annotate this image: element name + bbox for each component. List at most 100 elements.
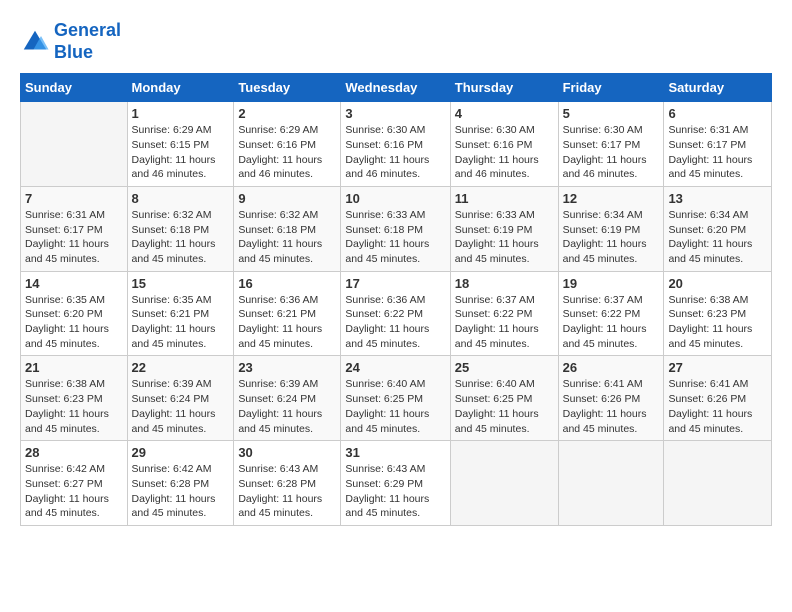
day-number: 5 xyxy=(563,106,660,121)
day-number: 11 xyxy=(455,191,554,206)
calendar-cell: 1 Sunrise: 6:29 AM Sunset: 6:15 PM Daylig… xyxy=(127,102,234,187)
day-info: Sunrise: 6:42 AM Sunset: 6:28 PM Dayligh… xyxy=(132,462,230,521)
calendar-cell: 16 Sunrise: 6:36 AM Sunset: 6:21 PM Dayli… xyxy=(234,271,341,356)
calendar-body: 1 Sunrise: 6:29 AM Sunset: 6:15 PM Daylig… xyxy=(21,102,772,526)
calendar-cell: 7 Sunrise: 6:31 AM Sunset: 6:17 PM Daylig… xyxy=(21,186,128,271)
day-info: Sunrise: 6:41 AM Sunset: 6:26 PM Dayligh… xyxy=(668,377,767,436)
calendar-cell: 13Sunrise: 6:34 AM Sunset: 6:20 PM Dayli… xyxy=(664,186,772,271)
calendar-cell: 23Sunrise: 6:39 AM Sunset: 6:24 PM Dayli… xyxy=(234,356,341,441)
day-info: Sunrise: 6:32 AM Sunset: 6:18 PM Dayligh… xyxy=(132,208,230,267)
calendar-cell xyxy=(21,102,128,187)
week-row-2: 7 Sunrise: 6:31 AM Sunset: 6:17 PM Daylig… xyxy=(21,186,772,271)
logo-icon xyxy=(20,27,50,57)
day-number: 1 xyxy=(132,106,230,121)
day-number: 27 xyxy=(668,360,767,375)
weekday-thursday: Thursday xyxy=(450,74,558,102)
day-number: 26 xyxy=(563,360,660,375)
day-number: 15 xyxy=(132,276,230,291)
day-info: Sunrise: 6:33 AM Sunset: 6:18 PM Dayligh… xyxy=(345,208,445,267)
page-header: General Blue xyxy=(20,20,772,63)
day-info: Sunrise: 6:43 AM Sunset: 6:29 PM Dayligh… xyxy=(345,462,445,521)
weekday-header-row: SundayMondayTuesdayWednesdayThursdayFrid… xyxy=(21,74,772,102)
calendar-cell: 14 Sunrise: 6:35 AM Sunset: 6:20 PM Dayli… xyxy=(21,271,128,356)
calendar-cell: 9 Sunrise: 6:32 AM Sunset: 6:18 PM Daylig… xyxy=(234,186,341,271)
day-number: 16 xyxy=(238,276,336,291)
day-number: 12 xyxy=(563,191,660,206)
day-info: Sunrise: 6:32 AM Sunset: 6:18 PM Dayligh… xyxy=(238,208,336,267)
day-info: Sunrise: 6:36 AM Sunset: 6:22 PM Dayligh… xyxy=(345,293,445,352)
calendar-cell: 12 Sunrise: 6:34 AM Sunset: 6:19 PM Dayli… xyxy=(558,186,664,271)
day-info: Sunrise: 6:37 AM Sunset: 6:22 PM Dayligh… xyxy=(563,293,660,352)
day-number: 21 xyxy=(25,360,123,375)
day-info: Sunrise: 6:37 AM Sunset: 6:22 PM Dayligh… xyxy=(455,293,554,352)
calendar-cell: 31 Sunrise: 6:43 AM Sunset: 6:29 PM Dayli… xyxy=(341,441,450,526)
day-number: 7 xyxy=(25,191,123,206)
day-number: 18 xyxy=(455,276,554,291)
calendar-cell: 11 Sunrise: 6:33 AM Sunset: 6:19 PM Dayli… xyxy=(450,186,558,271)
day-info: Sunrise: 6:40 AM Sunset: 6:25 PM Dayligh… xyxy=(345,377,445,436)
calendar-cell: 29 Sunrise: 6:42 AM Sunset: 6:28 PM Dayli… xyxy=(127,441,234,526)
day-number: 6 xyxy=(668,106,767,121)
day-number: 14 xyxy=(25,276,123,291)
calendar-cell: 20 Sunrise: 6:38 AM Sunset: 6:23 PM Dayli… xyxy=(664,271,772,356)
day-number: 30 xyxy=(238,445,336,460)
calendar-cell xyxy=(450,441,558,526)
logo-text: General Blue xyxy=(54,20,121,63)
day-info: Sunrise: 6:35 AM Sunset: 6:20 PM Dayligh… xyxy=(25,293,123,352)
calendar-cell xyxy=(558,441,664,526)
day-info: Sunrise: 6:41 AM Sunset: 6:26 PM Dayligh… xyxy=(563,377,660,436)
day-number: 25 xyxy=(455,360,554,375)
day-info: Sunrise: 6:34 AM Sunset: 6:19 PM Dayligh… xyxy=(563,208,660,267)
calendar-cell: 17 Sunrise: 6:36 AM Sunset: 6:22 PM Dayli… xyxy=(341,271,450,356)
calendar-cell: 4 Sunrise: 6:30 AM Sunset: 6:16 PM Daylig… xyxy=(450,102,558,187)
day-info: Sunrise: 6:31 AM Sunset: 6:17 PM Dayligh… xyxy=(668,123,767,182)
day-info: Sunrise: 6:40 AM Sunset: 6:25 PM Dayligh… xyxy=(455,377,554,436)
day-info: Sunrise: 6:31 AM Sunset: 6:17 PM Dayligh… xyxy=(25,208,123,267)
day-number: 22 xyxy=(132,360,230,375)
day-info: Sunrise: 6:36 AM Sunset: 6:21 PM Dayligh… xyxy=(238,293,336,352)
day-info: Sunrise: 6:33 AM Sunset: 6:19 PM Dayligh… xyxy=(455,208,554,267)
day-number: 10 xyxy=(345,191,445,206)
day-info: Sunrise: 6:35 AM Sunset: 6:21 PM Dayligh… xyxy=(132,293,230,352)
day-number: 20 xyxy=(668,276,767,291)
calendar-cell: 26 Sunrise: 6:41 AM Sunset: 6:26 PM Dayli… xyxy=(558,356,664,441)
weekday-monday: Monday xyxy=(127,74,234,102)
calendar-cell: 18 Sunrise: 6:37 AM Sunset: 6:22 PM Dayli… xyxy=(450,271,558,356)
logo: General Blue xyxy=(20,20,121,63)
day-info: Sunrise: 6:39 AM Sunset: 6:24 PM Dayligh… xyxy=(132,377,230,436)
calendar-cell: 30 Sunrise: 6:43 AM Sunset: 6:28 PM Dayli… xyxy=(234,441,341,526)
calendar-cell: 10 Sunrise: 6:33 AM Sunset: 6:18 PM Dayli… xyxy=(341,186,450,271)
calendar-table: SundayMondayTuesdayWednesdayThursdayFrid… xyxy=(20,73,772,526)
day-number: 29 xyxy=(132,445,230,460)
day-info: Sunrise: 6:29 AM Sunset: 6:16 PM Dayligh… xyxy=(238,123,336,182)
day-info: Sunrise: 6:34 AM Sunset: 6:20 PM Dayligh… xyxy=(668,208,767,267)
week-row-3: 14 Sunrise: 6:35 AM Sunset: 6:20 PM Dayli… xyxy=(21,271,772,356)
day-info: Sunrise: 6:30 AM Sunset: 6:16 PM Dayligh… xyxy=(455,123,554,182)
day-number: 2 xyxy=(238,106,336,121)
day-number: 8 xyxy=(132,191,230,206)
calendar-cell: 15 Sunrise: 6:35 AM Sunset: 6:21 PM Dayli… xyxy=(127,271,234,356)
day-number: 28 xyxy=(25,445,123,460)
calendar-cell: 28 Sunrise: 6:42 AM Sunset: 6:27 PM Dayli… xyxy=(21,441,128,526)
calendar-cell: 21Sunrise: 6:38 AM Sunset: 6:23 PM Dayli… xyxy=(21,356,128,441)
day-number: 31 xyxy=(345,445,445,460)
weekday-wednesday: Wednesday xyxy=(341,74,450,102)
day-number: 9 xyxy=(238,191,336,206)
day-number: 17 xyxy=(345,276,445,291)
day-info: Sunrise: 6:38 AM Sunset: 6:23 PM Dayligh… xyxy=(668,293,767,352)
day-number: 19 xyxy=(563,276,660,291)
calendar-header: SundayMondayTuesdayWednesdayThursdayFrid… xyxy=(21,74,772,102)
day-info: Sunrise: 6:42 AM Sunset: 6:27 PM Dayligh… xyxy=(25,462,123,521)
calendar-cell: 2 Sunrise: 6:29 AM Sunset: 6:16 PM Daylig… xyxy=(234,102,341,187)
day-number: 3 xyxy=(345,106,445,121)
weekday-sunday: Sunday xyxy=(21,74,128,102)
day-number: 23 xyxy=(238,360,336,375)
day-info: Sunrise: 6:43 AM Sunset: 6:28 PM Dayligh… xyxy=(238,462,336,521)
calendar-cell: 19 Sunrise: 6:37 AM Sunset: 6:22 PM Dayli… xyxy=(558,271,664,356)
week-row-1: 1 Sunrise: 6:29 AM Sunset: 6:15 PM Daylig… xyxy=(21,102,772,187)
day-info: Sunrise: 6:29 AM Sunset: 6:15 PM Dayligh… xyxy=(132,123,230,182)
calendar-cell: 25 Sunrise: 6:40 AM Sunset: 6:25 PM Dayli… xyxy=(450,356,558,441)
week-row-4: 21Sunrise: 6:38 AM Sunset: 6:23 PM Dayli… xyxy=(21,356,772,441)
day-number: 4 xyxy=(455,106,554,121)
calendar-cell: 5Sunrise: 6:30 AM Sunset: 6:17 PM Daylig… xyxy=(558,102,664,187)
